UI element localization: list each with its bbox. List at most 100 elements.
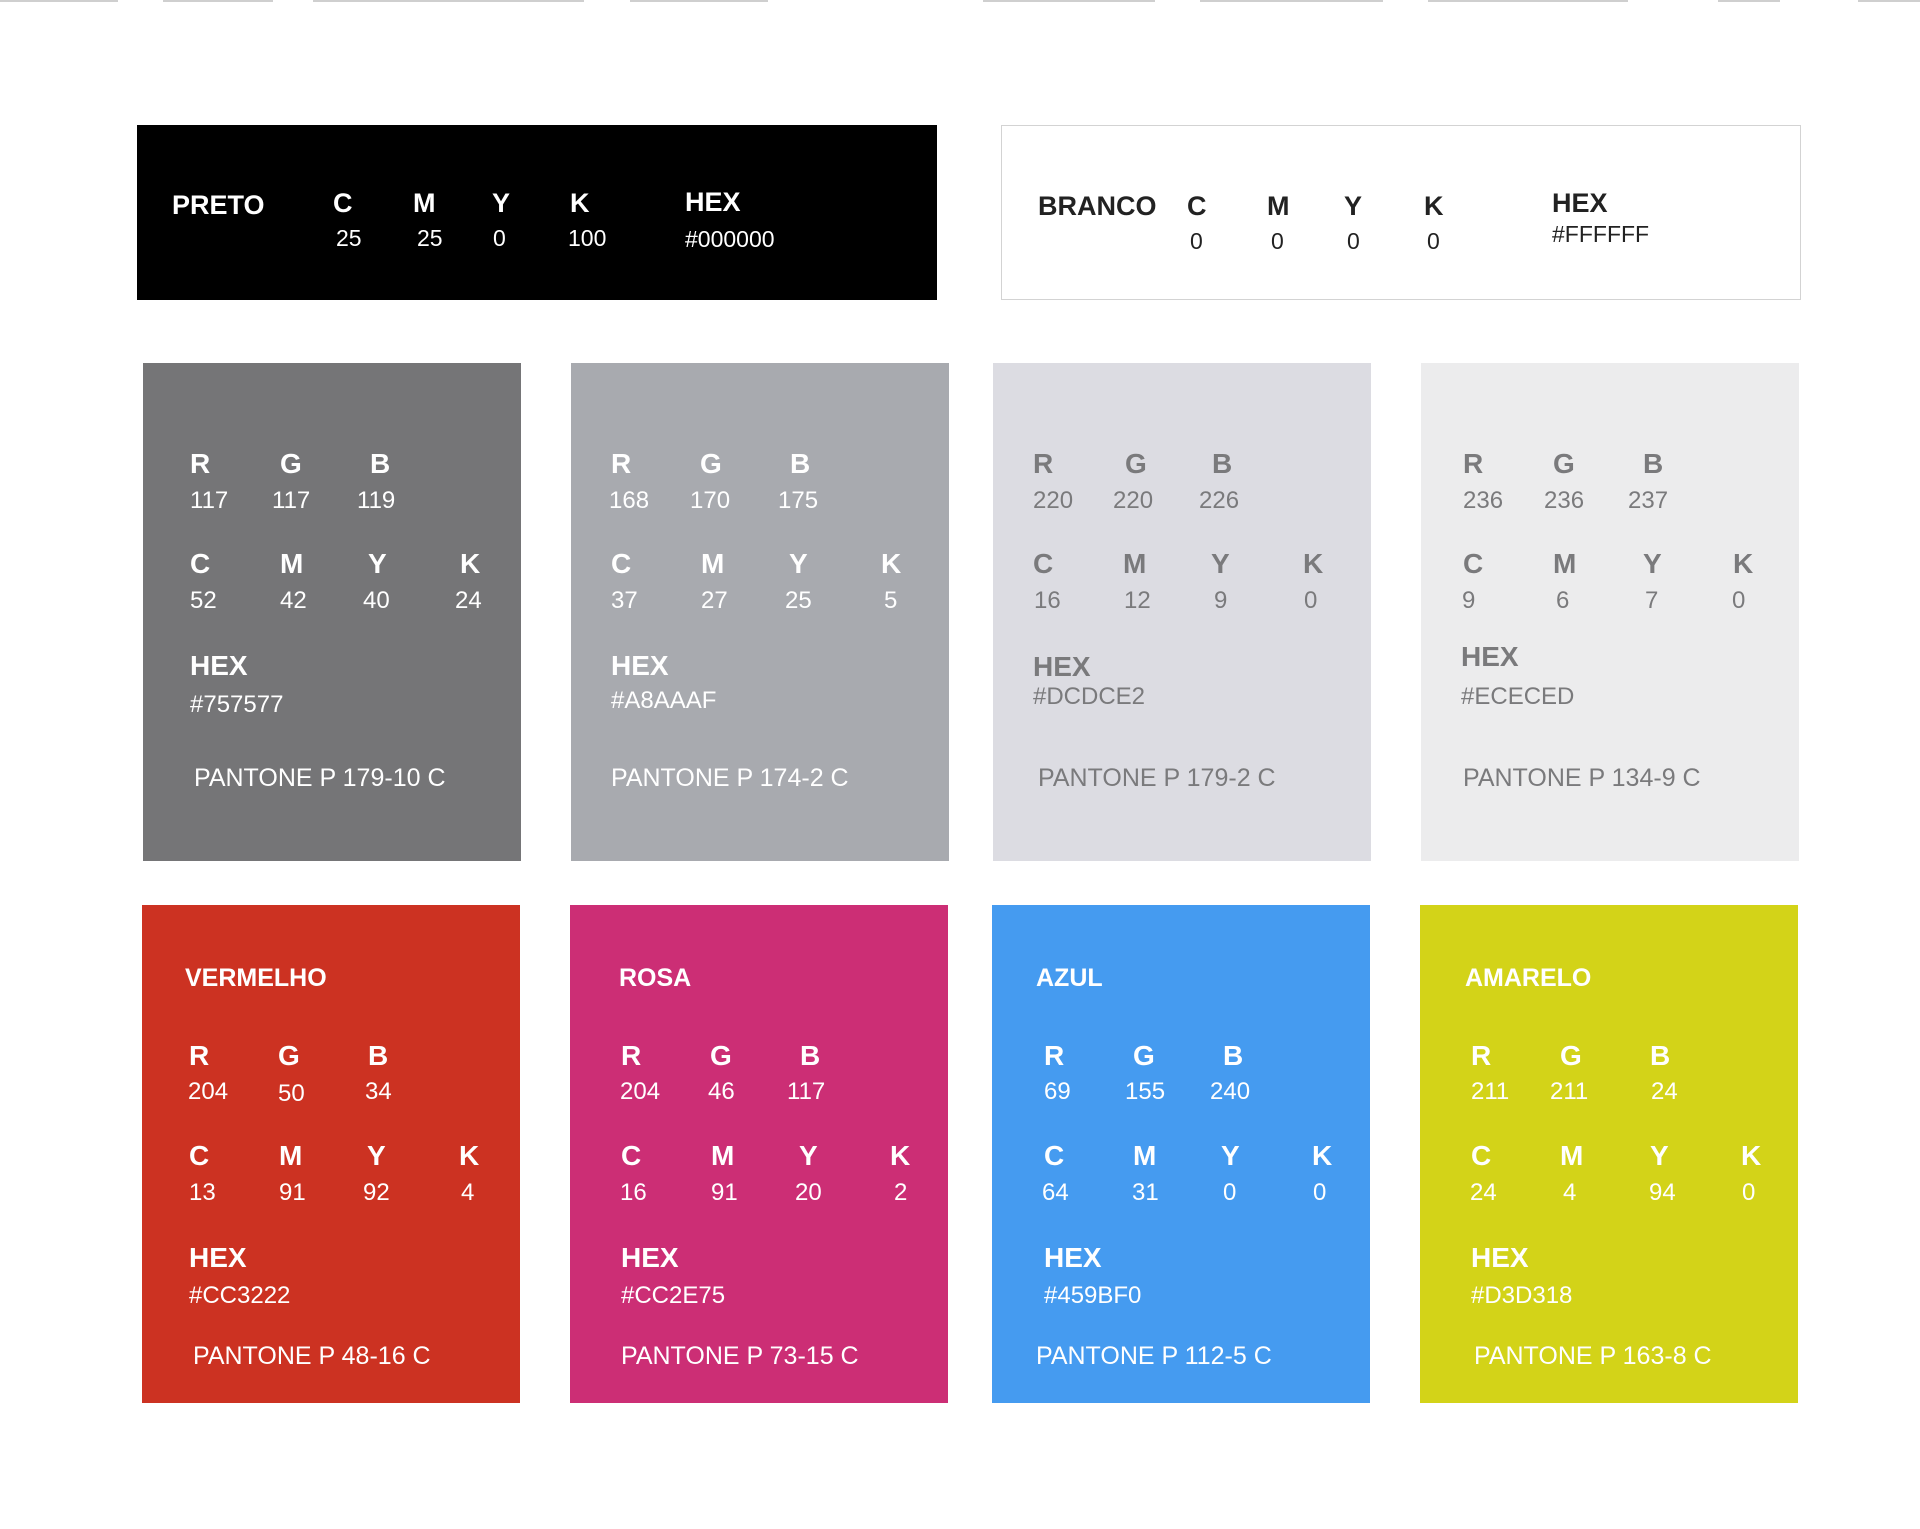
y-value: 7 [1645,587,1659,614]
c-value: 9 [1462,587,1476,614]
c-label: C [189,1140,210,1171]
g-value: 46 [708,1078,735,1105]
pantone-code: PANTONE P 179-2 C [1038,764,1276,792]
top-divider [163,0,273,2]
m-value: 12 [1124,587,1151,614]
m-label: M [1267,191,1290,221]
k-label: K [1312,1140,1333,1171]
swatch-card: R G B 236 236 237 C M Y K 9 6 7 0 HEX #E… [1421,363,1799,861]
c-label: C [1044,1140,1065,1171]
c-label: C [621,1140,642,1171]
m-label: M [1553,548,1577,579]
swatch-card: ROSA R G B 204 46 117 C M Y K 16 91 20 2… [570,905,948,1403]
c-value: 16 [1034,587,1061,614]
c-value: 24 [1470,1179,1497,1206]
r-label: R [189,1040,210,1071]
m-label: M [1133,1140,1157,1171]
c-value: 52 [190,587,217,614]
swatch-name: ROSA [619,964,692,992]
b-value: 117 [787,1078,826,1105]
r-value: 117 [190,487,229,514]
k-value: 0 [1732,587,1746,614]
y-value: 9 [1214,587,1228,614]
y-value: 92 [363,1179,390,1206]
b-value: 237 [1628,487,1669,514]
b-value: 34 [365,1078,392,1105]
k-label: K [459,1140,480,1171]
hex-label: HEX [190,650,248,681]
top-divider [983,0,1155,2]
pantone-code: PANTONE P 174-2 C [611,764,849,792]
c-value: 13 [189,1179,216,1206]
k-value: 0 [1304,587,1318,614]
g-value: 117 [272,487,311,514]
hex-label: HEX [621,1242,679,1273]
branco-swatch: BRANCO C M Y K HEX 0 0 0 0 #FFFFFF [1001,125,1801,300]
k-label: K [1733,548,1754,579]
r-value: 236 [1463,487,1504,514]
g-value: 220 [1113,487,1154,514]
g-value: 50 [278,1080,305,1107]
top-divider [1200,0,1383,2]
k-label: K [890,1140,911,1171]
pantone-code: PANTONE P 179-10 C [194,764,446,792]
k-value: 0 [1313,1179,1327,1206]
preto-swatch: PRETO C M Y K HEX 25 25 0 100 #000000 [137,125,937,300]
c-label: C [1187,191,1207,221]
b-value: 226 [1199,487,1240,514]
hex-value: #DCDCE2 [1033,683,1146,710]
m-label: M [711,1140,735,1171]
g-value: 155 [1125,1078,1166,1105]
g-value: 211 [1550,1078,1589,1105]
y-label: Y [1650,1140,1669,1171]
y-label: Y [799,1140,818,1171]
pantone-code: PANTONE P 134-9 C [1463,764,1701,792]
g-label: G [1553,448,1575,479]
c-value: 64 [1042,1179,1069,1206]
g-value: 236 [1544,487,1585,514]
m-label: M [280,548,304,579]
b-label: B [368,1040,389,1071]
c-label: C [190,548,211,579]
c-label: C [1033,548,1054,579]
m-value: 4 [1563,1179,1577,1206]
swatch-card: R G B 168 170 175 C M Y K 37 27 25 5 HEX… [571,363,949,861]
c-label: C [611,548,632,579]
m-value: 6 [1556,587,1570,614]
hex-value: #D3D318 [1471,1282,1573,1309]
g-label: G [278,1040,300,1071]
hex-value: #ECECED [1461,683,1575,710]
y-value: 94 [1649,1179,1676,1206]
r-label: R [1033,448,1054,479]
c-value: 0 [1190,228,1203,254]
m-label: M [701,548,725,579]
k-label: K [570,188,590,218]
swatch-name: PRETO [172,190,265,220]
k-value: 100 [568,225,607,251]
y-value: 0 [493,225,506,251]
k-label: K [1303,548,1324,579]
m-label: M [1123,548,1147,579]
m-value: 91 [279,1179,306,1206]
g-label: G [280,448,302,479]
y-label: Y [492,188,511,218]
swatch-card: R G B 220 220 226 C M Y K 16 12 9 0 HEX … [993,363,1371,861]
g-label: G [1125,448,1147,479]
k-value: 0 [1742,1179,1756,1206]
b-value: 175 [778,487,819,514]
y-value: 0 [1347,228,1360,254]
m-value: 91 [711,1179,738,1206]
b-value: 24 [1651,1078,1678,1105]
pantone-code: PANTONE P 163-8 C [1474,1342,1712,1370]
m-value: 27 [701,587,728,614]
y-value: 20 [795,1179,822,1206]
y-label: Y [367,1140,386,1171]
b-label: B [800,1040,821,1071]
swatch-card: AZUL R G B 69 155 240 C M Y K 64 31 0 0 … [992,905,1370,1403]
k-label: K [1741,1140,1762,1171]
k-value: 5 [884,587,898,614]
top-divider [630,0,768,2]
y-value: 0 [1223,1179,1237,1206]
hex-value: #CC3222 [189,1282,291,1309]
r-label: R [190,448,211,479]
